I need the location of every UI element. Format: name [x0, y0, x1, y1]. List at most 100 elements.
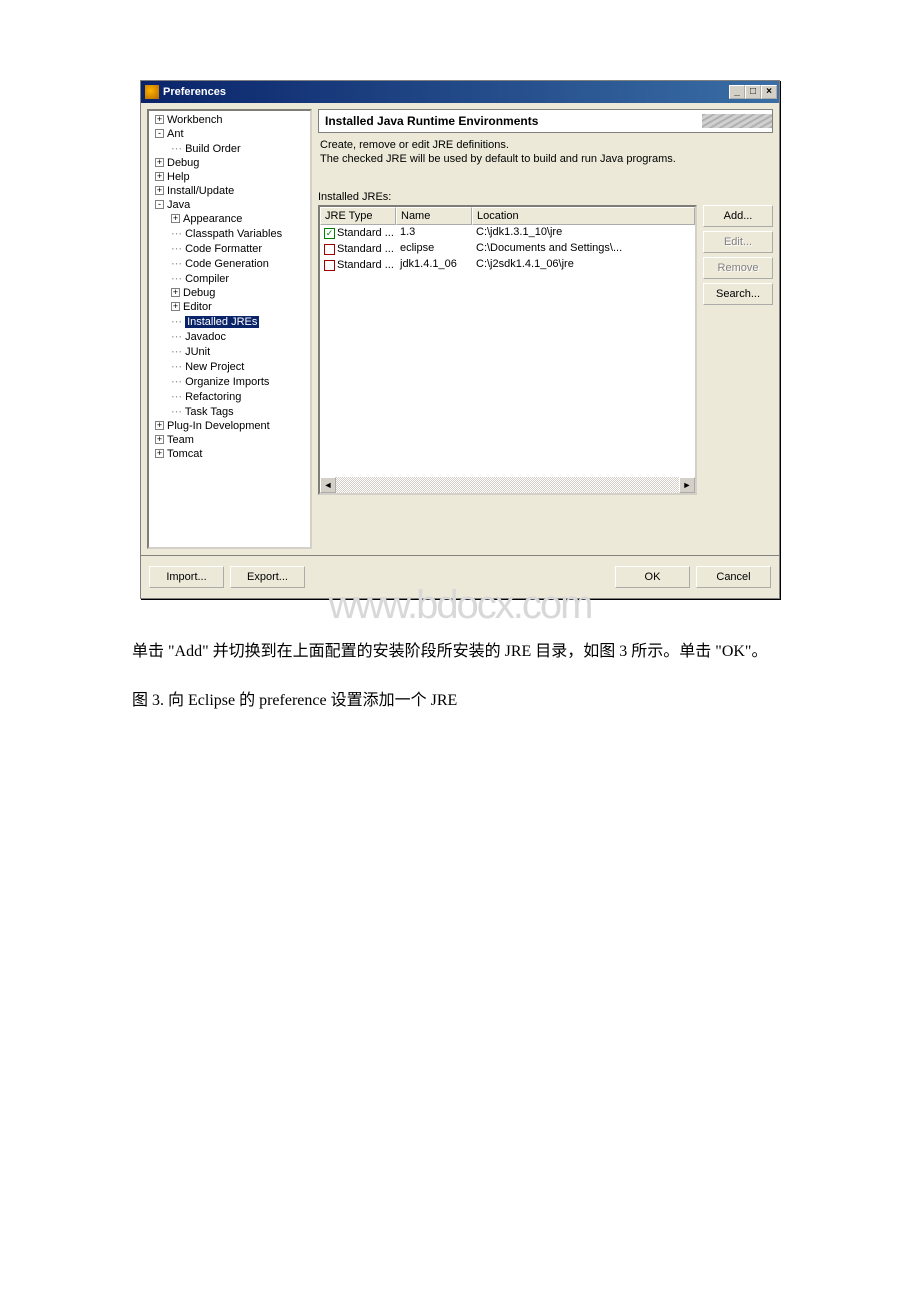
tree-item-ant[interactable]: -Ant: [151, 127, 308, 141]
cell-location: C:\j2sdk1.4.1_06\jre: [472, 257, 695, 273]
tree-item-plug-in-development[interactable]: +Plug-In Development: [151, 419, 308, 433]
tree-item-organize-imports[interactable]: ⋯ Organize Imports: [151, 374, 308, 389]
tree-expander-icon[interactable]: +: [155, 172, 164, 181]
tree-item-junit[interactable]: ⋯ JUnit: [151, 344, 308, 359]
tree-item-label: Task Tags: [185, 406, 234, 418]
tree-item-tomcat[interactable]: +Tomcat: [151, 447, 308, 461]
tree-expander-icon[interactable]: +: [155, 186, 164, 195]
tree-item-classpath-variables[interactable]: ⋯ Classpath Variables: [151, 226, 308, 241]
tree-expander-icon[interactable]: +: [171, 288, 180, 297]
add-button[interactable]: Add...: [703, 205, 773, 227]
tree-item-refactoring[interactable]: ⋯ Refactoring: [151, 389, 308, 404]
tree-expander-icon[interactable]: -: [155, 200, 164, 209]
dialog-button-bar: Import... Export... OK Cancel: [141, 555, 779, 598]
tree-item-code-formatter[interactable]: ⋯ Code Formatter: [151, 241, 308, 256]
tree-item-workbench[interactable]: +Workbench: [151, 113, 308, 127]
close-button[interactable]: ×: [761, 85, 777, 99]
col-location[interactable]: Location: [472, 207, 695, 225]
tree-item-label: Code Formatter: [185, 243, 262, 255]
tree-item-code-generation[interactable]: ⋯ Code Generation: [151, 256, 308, 271]
jre-table-row[interactable]: Standard ...jdk1.4.1_06C:\j2sdk1.4.1_06\…: [320, 257, 695, 273]
minimize-button[interactable]: _: [729, 85, 745, 99]
col-name[interactable]: Name: [396, 207, 472, 225]
scroll-right-button[interactable]: ►: [679, 477, 695, 493]
ok-button[interactable]: OK: [615, 566, 690, 588]
tree-item-label: Code Generation: [185, 258, 269, 270]
tree-expander-icon[interactable]: +: [155, 158, 164, 167]
desc-line-2: The checked JRE will be used by default …: [320, 153, 771, 165]
tree-expander-icon[interactable]: +: [155, 435, 164, 444]
tree-item-debug[interactable]: +Debug: [151, 156, 308, 170]
desc-line-1: Create, remove or edit JRE definitions.: [320, 139, 771, 151]
cancel-button[interactable]: Cancel: [696, 566, 771, 588]
tree-expander-icon[interactable]: +: [155, 449, 164, 458]
cell-location: C:\Documents and Settings\...: [472, 241, 695, 257]
tree-item-java[interactable]: -Java: [151, 198, 308, 212]
tree-item-label: Editor: [183, 301, 212, 313]
tree-item-label: Install/Update: [167, 185, 234, 197]
cell-name: eclipse: [396, 241, 472, 257]
tree-item-label: Organize Imports: [185, 376, 269, 388]
cell-name: 1.3: [396, 225, 472, 241]
jre-table[interactable]: JRE Type Name Location ✓Standard ...1.3C…: [318, 205, 697, 495]
tree-item-editor[interactable]: +Editor: [151, 300, 308, 314]
tree-item-label: Workbench: [167, 114, 222, 126]
tree-item-label: Build Order: [185, 143, 241, 155]
horizontal-scrollbar[interactable]: ◄ ►: [320, 477, 695, 493]
import-button[interactable]: Import...: [149, 566, 224, 588]
tree-expander-icon[interactable]: -: [155, 129, 164, 138]
tree-item-task-tags[interactable]: ⋯ Task Tags: [151, 404, 308, 419]
maximize-button[interactable]: □: [745, 85, 761, 99]
tree-expander-icon[interactable]: +: [171, 214, 180, 223]
cell-location: C:\jdk1.3.1_10\jre: [472, 225, 695, 241]
tree-item-debug[interactable]: +Debug: [151, 286, 308, 300]
jre-default-checkbox[interactable]: [324, 244, 335, 255]
jre-table-row[interactable]: Standard ...eclipseC:\Documents and Sett…: [320, 241, 695, 257]
cell-jre-type: Standard ...: [337, 243, 394, 255]
tree-item-build-order[interactable]: ⋯ Build Order: [151, 141, 308, 156]
panel-description: Create, remove or edit JRE definitions. …: [318, 133, 773, 173]
tree-item-label: Ant: [167, 128, 184, 140]
export-button[interactable]: Export...: [230, 566, 305, 588]
tree-item-install-update[interactable]: +Install/Update: [151, 184, 308, 198]
tree-item-label: Team: [167, 434, 194, 446]
article-text: 单击 "Add" 并切换到在上面配置的安装阶段所安装的 JRE 目录，如图 3 …: [100, 628, 820, 716]
jre-table-row[interactable]: ✓Standard ...1.3C:\jdk1.3.1_10\jre: [320, 225, 695, 241]
tree-item-label: Debug: [183, 287, 215, 299]
col-jre-type[interactable]: JRE Type: [320, 207, 396, 225]
tree-item-label: Tomcat: [167, 448, 202, 460]
tree-item-new-project[interactable]: ⋯ New Project: [151, 359, 308, 374]
remove-button[interactable]: Remove: [703, 257, 773, 279]
cell-name: jdk1.4.1_06: [396, 257, 472, 273]
tree-item-team[interactable]: +Team: [151, 433, 308, 447]
preferences-dialog: Preferences _ □ × +Workbench-Ant⋯ Build …: [140, 80, 780, 599]
tree-item-label: Java: [167, 199, 190, 211]
tree-expander-icon[interactable]: +: [155, 115, 164, 124]
tree-item-label: Compiler: [185, 273, 229, 285]
jre-default-checkbox[interactable]: ✓: [324, 228, 335, 239]
tree-item-label: Help: [167, 171, 190, 183]
cell-jre-type: Standard ...: [337, 259, 394, 271]
edit-button[interactable]: Edit...: [703, 231, 773, 253]
tree-item-label: Appearance: [183, 213, 242, 225]
jre-default-checkbox[interactable]: [324, 260, 335, 271]
panel-heading: Installed Java Runtime Environments: [318, 109, 773, 133]
titlebar-text: Preferences: [163, 86, 729, 98]
right-panel: Installed Java Runtime Environments Crea…: [318, 109, 773, 549]
preferences-tree[interactable]: +Workbench-Ant⋯ Build Order+Debug+Help+I…: [147, 109, 312, 549]
tree-item-label: Debug: [167, 157, 199, 169]
tree-expander-icon[interactable]: +: [171, 302, 180, 311]
titlebar[interactable]: Preferences _ □ ×: [141, 81, 779, 103]
tree-expander-icon[interactable]: +: [155, 421, 164, 430]
search-button[interactable]: Search...: [703, 283, 773, 305]
tree-item-installed-jres[interactable]: ⋯ Installed JREs: [151, 314, 308, 329]
scroll-track[interactable]: [336, 477, 679, 493]
tree-item-help[interactable]: +Help: [151, 170, 308, 184]
tree-item-javadoc[interactable]: ⋯ Javadoc: [151, 329, 308, 344]
paragraph-1: 单击 "Add" 并切换到在上面配置的安装阶段所安装的 JRE 目录，如图 3 …: [100, 638, 820, 667]
scroll-left-button[interactable]: ◄: [320, 477, 336, 493]
tree-item-label: Classpath Variables: [185, 228, 282, 240]
app-icon: [145, 85, 159, 99]
tree-item-compiler[interactable]: ⋯ Compiler: [151, 271, 308, 286]
tree-item-appearance[interactable]: +Appearance: [151, 212, 308, 226]
